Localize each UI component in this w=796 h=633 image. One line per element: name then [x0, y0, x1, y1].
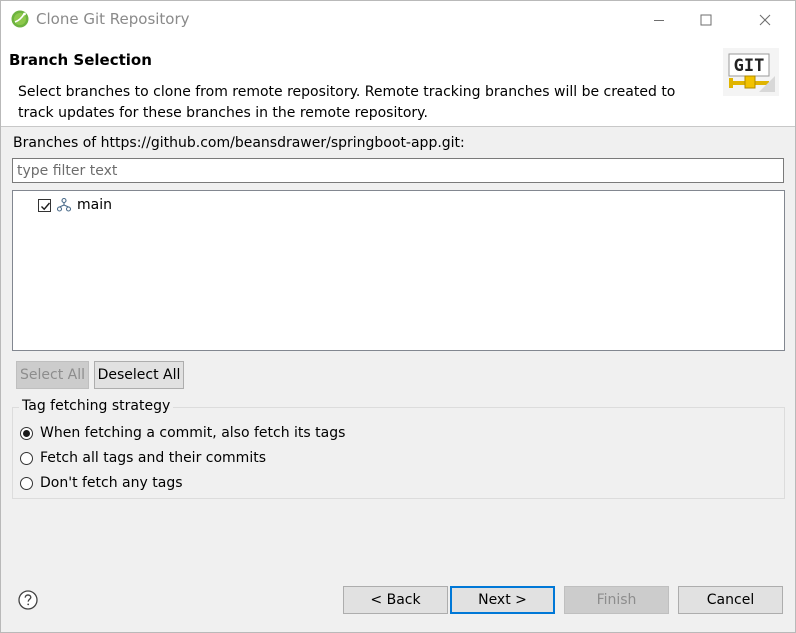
- select-all-button[interactable]: Select All: [16, 361, 89, 389]
- tag-option-fetch-commit-tags[interactable]: When fetching a commit, also fetch its t…: [20, 425, 345, 441]
- tag-option-no-tags[interactable]: Don't fetch any tags: [20, 475, 183, 491]
- checkmark-icon: [41, 202, 51, 210]
- branch-checkbox-main[interactable]: [38, 198, 51, 212]
- tag-option-label: When fetching a commit, also fetch its t…: [40, 425, 346, 441]
- minimize-icon: [654, 19, 664, 21]
- branch-row-main[interactable]: main: [38, 195, 112, 215]
- close-icon: [759, 14, 771, 25]
- branch-tree[interactable]: main: [12, 190, 785, 351]
- radio-button[interactable]: [20, 451, 33, 465]
- branches-label: Branches of https://github.com/beansdraw…: [13, 135, 465, 151]
- tag-option-label: Don't fetch any tags: [40, 475, 183, 491]
- git-logo-text: GIT: [734, 56, 765, 76]
- next-button[interactable]: Next >: [450, 586, 555, 614]
- tag-strategy-title: Tag fetching strategy: [19, 398, 174, 414]
- back-button[interactable]: < Back: [343, 586, 448, 614]
- help-icon[interactable]: [18, 590, 38, 610]
- tag-option-label: Fetch all tags and their commits: [40, 450, 266, 466]
- page-title: Branch Selection: [9, 51, 152, 69]
- git-logo-icon: GIT: [723, 48, 779, 96]
- wizard-header: Branch Selection Select branches to clon…: [1, 38, 795, 127]
- radio-button[interactable]: [20, 476, 33, 490]
- tag-option-fetch-all-tags[interactable]: Fetch all tags and their commits: [20, 450, 266, 466]
- deselect-all-button[interactable]: Deselect All: [94, 361, 184, 389]
- radio-button[interactable]: [20, 426, 33, 440]
- maximize-button[interactable]: [683, 1, 729, 38]
- clone-git-repository-dialog: Clone Git Repository Branch Selection Se…: [0, 0, 796, 633]
- window-title: Clone Git Repository: [36, 10, 190, 28]
- finish-button[interactable]: Finish: [564, 586, 669, 614]
- branch-icon: [56, 197, 72, 212]
- branch-filter-input[interactable]: [12, 158, 784, 183]
- close-button[interactable]: [742, 1, 788, 38]
- eclipse-spring-icon: [11, 10, 29, 28]
- branch-name: main: [77, 197, 112, 213]
- cancel-button[interactable]: Cancel: [678, 586, 783, 614]
- title-bar: Clone Git Repository: [1, 1, 795, 38]
- page-description: Select branches to clone from remote rep…: [18, 84, 676, 121]
- maximize-icon: [700, 14, 712, 25]
- minimize-button[interactable]: [636, 1, 682, 38]
